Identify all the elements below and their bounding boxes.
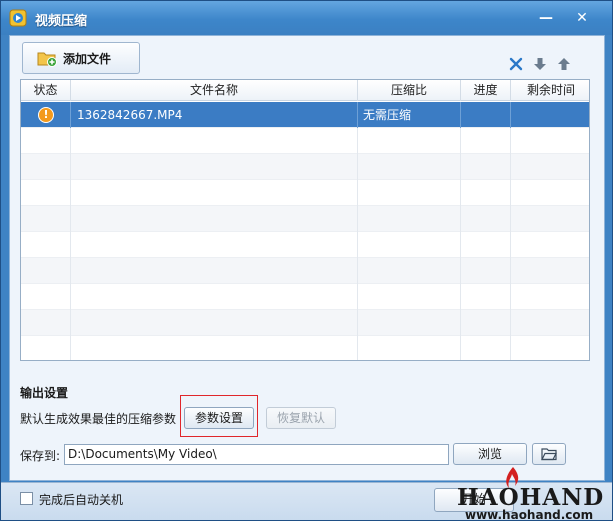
auto-shutdown-label[interactable]: 完成后自动关机 [39,491,123,508]
save-to-label: 保存到: [20,449,61,463]
add-file-button[interactable]: 添加文件 [22,42,140,74]
table-row-empty [21,180,589,206]
move-up-icon[interactable] [556,56,572,72]
minimize-button[interactable]: — [535,9,557,27]
status-cell: ! [21,102,71,128]
table-row-empty [21,284,589,310]
add-folder-icon [37,52,57,67]
output-settings-title: 输出设置 [20,386,69,400]
window-title: 视频压缩 [35,14,88,29]
table-row-empty [21,206,589,232]
table-row-empty [21,258,589,284]
table-row-empty [21,154,589,180]
table-row-empty [21,128,589,154]
save-path-field[interactable]: D:\Documents\My Video\ [64,444,449,465]
auto-shutdown-checkbox[interactable] [20,492,33,505]
watermark-url: www.haohand.com [465,508,594,521]
progress-cell [461,102,511,128]
column-header-status[interactable]: 状态 [21,80,71,101]
delete-icon[interactable] [508,56,524,72]
table-row-empty [21,232,589,258]
table-row-empty [21,336,589,360]
remaining-cell [511,102,589,128]
close-button[interactable]: ✕ [571,9,593,27]
close-icon: ✕ [576,10,588,26]
add-file-label: 添加文件 [63,51,112,66]
column-header-ratio[interactable]: 压缩比 [358,80,461,101]
move-down-icon[interactable] [532,56,548,72]
column-header-progress[interactable]: 进度 [461,80,511,101]
filename-cell: 1362842667.MP4 [71,102,358,128]
reset-default-button[interactable]: 恢复默认 [266,407,336,429]
open-folder-icon [541,448,557,461]
column-header-remaining[interactable]: 剩余时间 [511,80,589,101]
compression-hint: 默认生成效果最佳的压缩参数 [20,412,177,426]
column-header-filename[interactable]: 文件名称 [71,80,358,101]
open-folder-button[interactable] [532,443,566,465]
title-bar[interactable]: 视频压缩 — ✕ [1,1,612,35]
app-icon [9,9,27,27]
table-header: 状态 文件名称 压缩比 进度 剩余时间 [21,80,589,101]
warning-icon: ! [38,107,54,123]
ratio-cell: 无需压缩 [358,102,461,128]
param-settings-button[interactable]: 参数设置 [184,407,254,429]
table-row[interactable]: ! 1362842667.MP4 无需压缩 [21,102,589,128]
app-window: 视频压缩 — ✕ 添加文件 状态 文件名称 压缩比 进度 剩余时间 ! 1362… [0,0,613,521]
browse-button[interactable]: 浏览 [453,443,527,465]
watermark-brand: HAOHAND [457,484,605,511]
file-table: 状态 文件名称 压缩比 进度 剩余时间 ! 1362842667.MP4 无需压… [20,79,590,361]
main-panel: 添加文件 状态 文件名称 压缩比 进度 剩余时间 ! 1362842667.MP… [9,35,605,481]
watermark-logo: HAOHAND www.haohand.com [457,466,613,521]
minimize-icon: — [539,10,553,26]
table-row-empty [21,310,589,336]
